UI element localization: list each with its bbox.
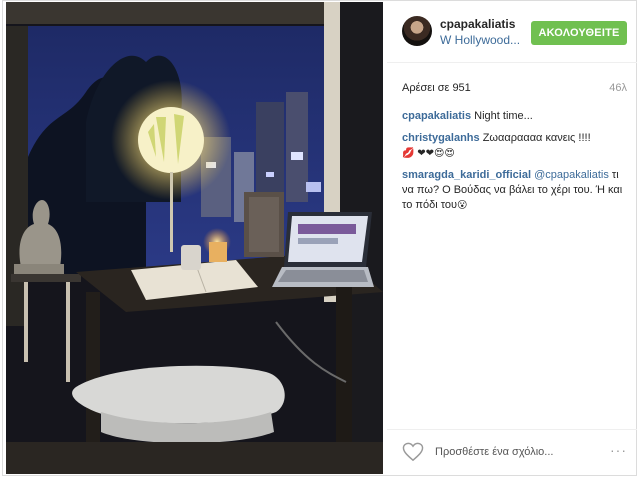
avatar[interactable] (402, 16, 432, 46)
post-time: 46λ (609, 82, 627, 94)
follow-button[interactable]: ΑΚΟΛΟΥΘΕΙΤΕ (531, 21, 627, 45)
more-options-icon[interactable]: ··· (610, 442, 627, 458)
comment-bar: ··· (387, 429, 637, 472)
emoji-surprised-icon: 😮 (457, 200, 468, 211)
comment-input[interactable] (433, 442, 587, 462)
post-username[interactable]: cpapakaliatis (440, 17, 515, 31)
comment-item: cpapakaliatis Night time... (402, 109, 632, 124)
comment-username[interactable]: cpapakaliatis (402, 110, 471, 122)
post-header: cpapakaliatis W Hollywood... ΑΚΟΛΟΥΘΕΙΤΕ (387, 2, 637, 63)
emoji-kiss-hearts-icon: 💋 ❤❤😍😍 (402, 148, 455, 159)
comment-item: smaragda_karidi_official @cpapakaliatis … (402, 168, 632, 213)
post-photo[interactable] (6, 2, 383, 474)
likes-count[interactable]: Αρέσει σε 951 (402, 82, 471, 94)
heart-icon[interactable] (402, 442, 424, 462)
photo-image (6, 2, 383, 474)
comment-username[interactable]: christygalanhs (402, 132, 480, 144)
post-frame: cpapakaliatis W Hollywood... ΑΚΟΛΟΥΘΕΙΤΕ… (2, 0, 637, 476)
comment-item: christygalanhs Ζωααραααα κανεις !!!! 💋 ❤… (402, 131, 632, 161)
post-sidebar: cpapakaliatis W Hollywood... ΑΚΟΛΟΥΘΕΙΤΕ… (387, 2, 637, 474)
comment-text: Ζωααραααα κανεις !!!! (479, 132, 591, 144)
comments-list: cpapakaliatis Night time... christygalan… (402, 109, 632, 220)
comment-mention[interactable]: @cpapakaliatis (531, 169, 609, 181)
comment-text: Night time... (471, 110, 533, 122)
comment-username[interactable]: smaragda_karidi_official (402, 169, 531, 181)
post-location[interactable]: W Hollywood... (440, 33, 520, 47)
